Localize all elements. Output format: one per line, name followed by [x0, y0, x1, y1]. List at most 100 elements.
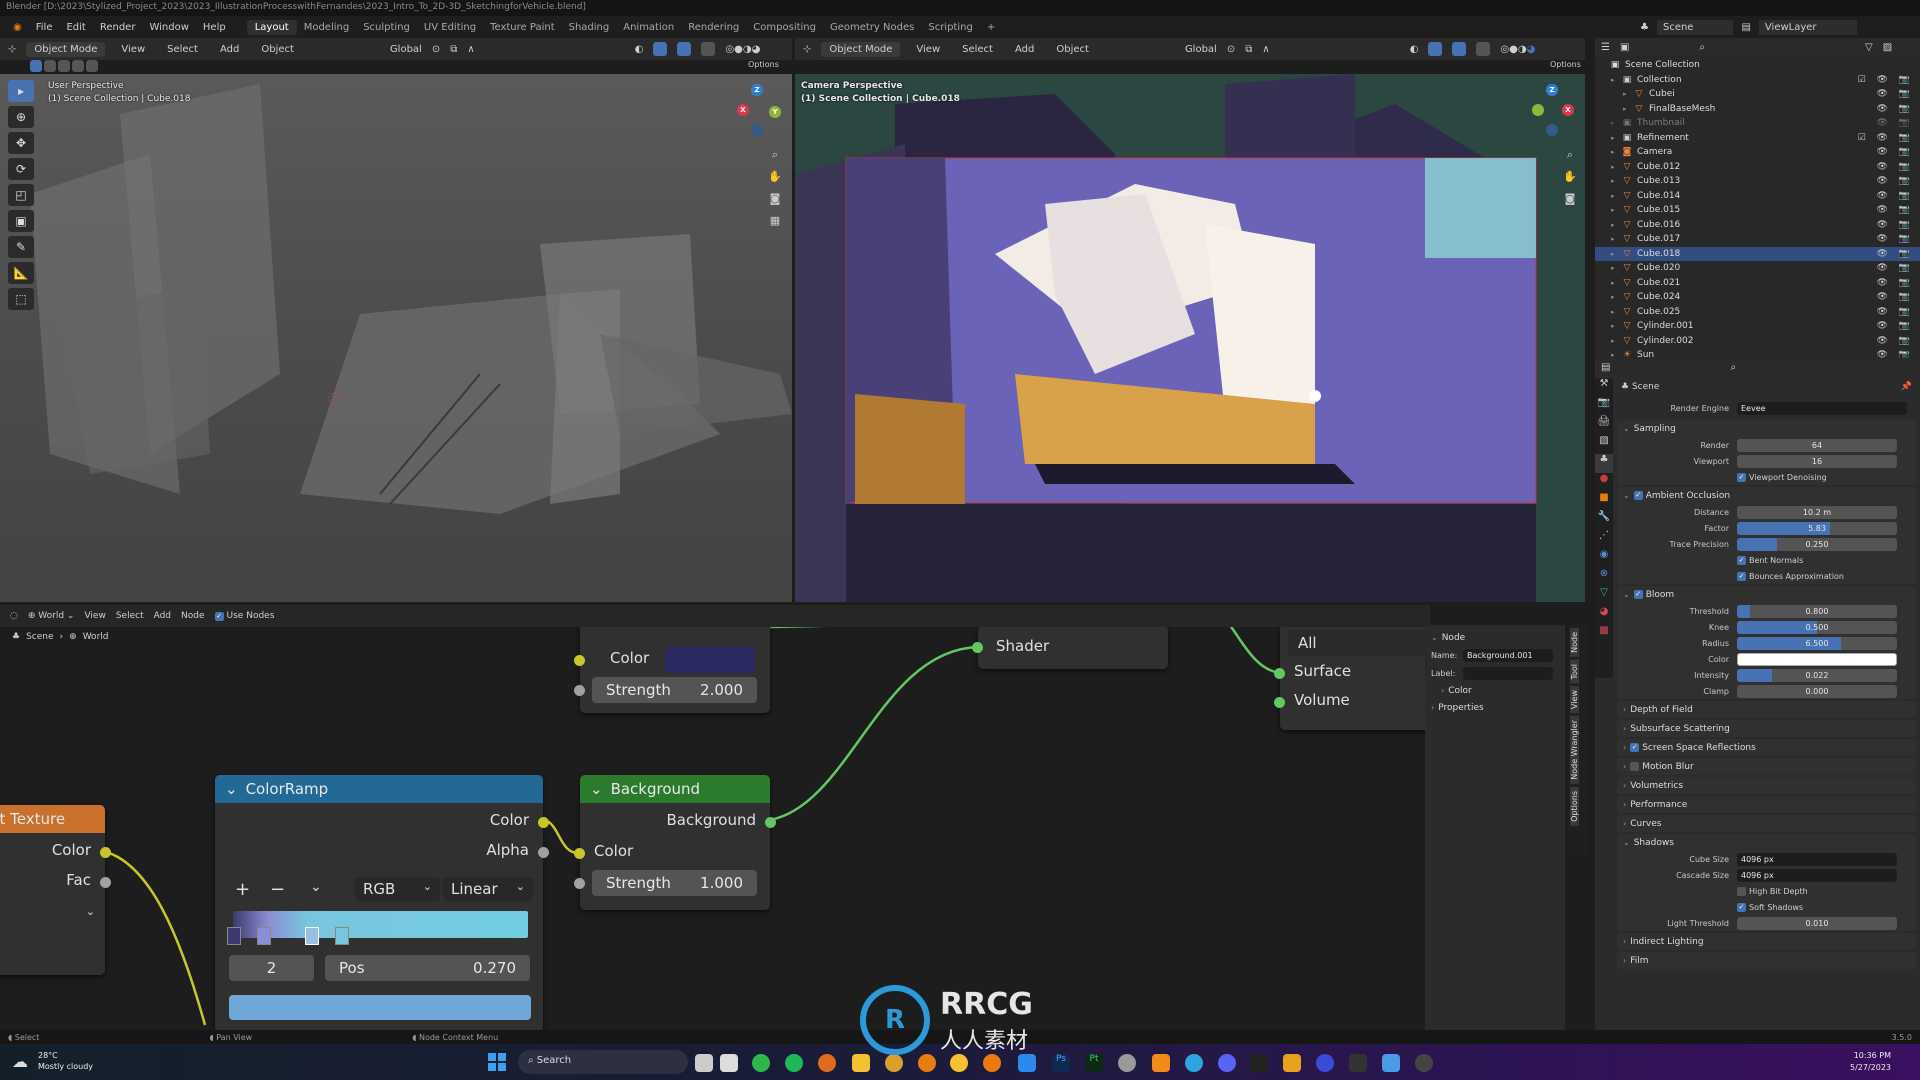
- data-tab-icon[interactable]: ▽: [1595, 587, 1613, 606]
- outliner-row[interactable]: ▸ ▽ Cube.024 👁 📷: [1595, 290, 1920, 305]
- menu-render[interactable]: Render: [93, 22, 143, 33]
- target-dropdown[interactable]: All: [1288, 630, 1430, 656]
- photoshop-icon[interactable]: Ps: [1052, 1054, 1070, 1072]
- xray-icon[interactable]: [1476, 42, 1491, 56]
- stop-color-swatch[interactable]: [229, 995, 531, 1020]
- visibility-toggles[interactable]: 👁 📷: [1877, 162, 1915, 172]
- properties-subpanel[interactable]: › Properties: [1425, 699, 1565, 716]
- high-bit-depth-checkbox[interactable]: [1737, 886, 1746, 896]
- outliner-row[interactable]: ▸ ▽ Cube.012 👁 📷: [1595, 160, 1920, 175]
- expand-toggle-icon[interactable]: ▸: [1611, 250, 1621, 258]
- collapsed-panel[interactable]: › Subsurface Scattering: [1617, 720, 1916, 737]
- tab-compositing[interactable]: Compositing: [746, 22, 823, 33]
- outliner-row[interactable]: ▸ ▽ Cube.025 👁 📷: [1595, 305, 1920, 320]
- bent-normals-checkbox[interactable]: ✓: [1737, 555, 1746, 565]
- outliner-row[interactable]: ▸ ▽ Cube.014 👁 📷: [1595, 189, 1920, 204]
- sampling-header[interactable]: ⌄ Sampling: [1617, 420, 1916, 437]
- outliner-row[interactable]: ▸ ▣ Thumbnail 👁 📷: [1595, 116, 1920, 131]
- ao-trace-precision-slider[interactable]: 0.250: [1737, 537, 1897, 551]
- chevron-down-icon[interactable]: ⌄: [86, 905, 95, 918]
- bounces-approx-checkbox[interactable]: ✓: [1737, 571, 1746, 581]
- select-intersect-icon[interactable]: [86, 60, 98, 72]
- file-explorer-icon[interactable]: [852, 1054, 870, 1072]
- select-new-icon[interactable]: [30, 60, 42, 72]
- bloom-intensity-slider[interactable]: 0.022: [1737, 668, 1897, 682]
- app-icon-circle[interactable]: [1316, 1054, 1334, 1072]
- proportional-icon[interactable]: ∧: [467, 44, 474, 55]
- tab-shading[interactable]: Shading: [562, 22, 617, 33]
- scene-selector[interactable]: Scene: [1656, 19, 1734, 35]
- pivot-icon[interactable]: ⊙: [432, 44, 440, 55]
- select-subtract-icon[interactable]: [58, 60, 70, 72]
- ao-factor-slider[interactable]: 5.83: [1737, 521, 1897, 535]
- expand-toggle-icon[interactable]: ▸: [1611, 221, 1621, 229]
- snap-icon[interactable]: ⧉: [450, 44, 457, 55]
- app-icon-blue[interactable]: [1018, 1054, 1036, 1072]
- blender-logo-icon[interactable]: ◉: [6, 22, 29, 33]
- collapsed-panel[interactable]: › Curves: [1617, 815, 1916, 832]
- terminal-icon[interactable]: [1349, 1054, 1367, 1072]
- expand-toggle-icon[interactable]: ▸: [1611, 206, 1621, 214]
- tab-texture-paint[interactable]: Texture Paint: [483, 22, 562, 33]
- filter-collection-icon[interactable]: ▣: [1620, 42, 1629, 53]
- gizmo-toggle-icon[interactable]: [1428, 42, 1443, 56]
- scale-tool-icon[interactable]: ◰: [8, 184, 34, 206]
- visibility-icon[interactable]: ◐: [635, 44, 644, 55]
- visibility-toggles[interactable]: 👁 📷: [1877, 292, 1915, 302]
- add-stop-button[interactable]: +: [235, 879, 250, 900]
- collapse-chevron-icon[interactable]: ⌄: [225, 780, 238, 798]
- scene-tab-icon[interactable]: ♣: [1595, 454, 1613, 473]
- snap-icon[interactable]: ⧉: [1245, 44, 1252, 55]
- editor-type-icon[interactable]: ◌: [10, 611, 18, 621]
- color-stop-1[interactable]: [257, 927, 271, 945]
- viewport-samples-field[interactable]: 16: [1737, 454, 1897, 468]
- socket-surface-in[interactable]: [1274, 668, 1285, 679]
- outliner-row-scene-collection[interactable]: ▣ Scene Collection: [1595, 58, 1920, 73]
- indirect-lighting-panel[interactable]: › Indirect Lighting: [1617, 933, 1916, 950]
- ao-header[interactable]: ⌄ ✓ Ambient Occlusion: [1617, 487, 1916, 504]
- ao-distance-field[interactable]: 10.2 m: [1737, 505, 1897, 519]
- gizmo-neg-z-icon[interactable]: [1546, 124, 1558, 136]
- expand-toggle-icon[interactable]: ▸: [1611, 192, 1621, 200]
- color-subpanel[interactable]: › Color: [1425, 682, 1565, 699]
- ramp-menu-button[interactable]: ⌄: [310, 879, 322, 895]
- object-mode-dropdown[interactable]: Object Mode: [26, 41, 106, 57]
- cube-size-dropdown[interactable]: 4096 px: [1737, 852, 1897, 866]
- blender-icon[interactable]: [918, 1054, 936, 1072]
- menu-object[interactable]: Object: [1050, 42, 1095, 57]
- gizmo-y-icon[interactable]: Y: [769, 106, 781, 118]
- render-tab-icon[interactable]: 📷: [1595, 397, 1613, 416]
- render-samples-field[interactable]: 64: [1737, 438, 1897, 452]
- menu-view[interactable]: View: [84, 611, 105, 621]
- bloom-threshold-slider[interactable]: 0.800: [1737, 604, 1897, 618]
- tab-uv-editing[interactable]: UV Editing: [417, 22, 483, 33]
- background-header[interactable]: ⌄ Background: [580, 775, 770, 803]
- gizmo-x-icon[interactable]: X: [737, 104, 749, 116]
- outliner-row[interactable]: ▸ ▽ Cube.017 👁 📷: [1595, 232, 1920, 247]
- app-icon-green[interactable]: [752, 1054, 770, 1072]
- vlc-icon[interactable]: [1152, 1054, 1170, 1072]
- menu-select[interactable]: Select: [116, 611, 144, 621]
- visibility-toggles[interactable]: 👁 📷: [1877, 104, 1915, 114]
- output-tab-icon[interactable]: 🖨: [1595, 416, 1613, 435]
- outliner-row[interactable]: ▸ ▽ Cube.021 👁 📷: [1595, 276, 1920, 291]
- gizmo-y-icon[interactable]: [1532, 104, 1544, 116]
- visibility-toggles[interactable]: 👁 📷: [1877, 249, 1915, 259]
- pan-hand-icon[interactable]: ✋: [766, 170, 784, 188]
- outliner-search-icon[interactable]: ⌕: [1699, 42, 1705, 53]
- viewport-right[interactable]: Camera Perspective (1) Scene Collection …: [795, 74, 1585, 602]
- photos-icon[interactable]: [1382, 1054, 1400, 1072]
- shadows-header[interactable]: ⌄ Shadows: [1617, 834, 1916, 851]
- epic-games-icon[interactable]: [1250, 1054, 1268, 1072]
- tab-node-wrangler[interactable]: Node Wrangler: [1570, 716, 1579, 785]
- object-mode-dropdown[interactable]: Object Mode: [821, 41, 901, 57]
- bloom-radius-slider[interactable]: 6.500: [1737, 636, 1897, 650]
- light-threshold-field[interactable]: 0.010: [1737, 916, 1897, 930]
- bloom-clamp-field[interactable]: 0.000: [1737, 684, 1897, 698]
- visibility-toggles[interactable]: 👁 📷: [1877, 220, 1915, 230]
- socket-volume-in[interactable]: [1274, 697, 1285, 708]
- tab-modeling[interactable]: Modeling: [297, 22, 357, 33]
- add-cube-tool-icon[interactable]: ⬚: [8, 288, 34, 310]
- start-button[interactable]: [488, 1053, 506, 1071]
- grid-toggle-icon[interactable]: ▦: [766, 214, 784, 232]
